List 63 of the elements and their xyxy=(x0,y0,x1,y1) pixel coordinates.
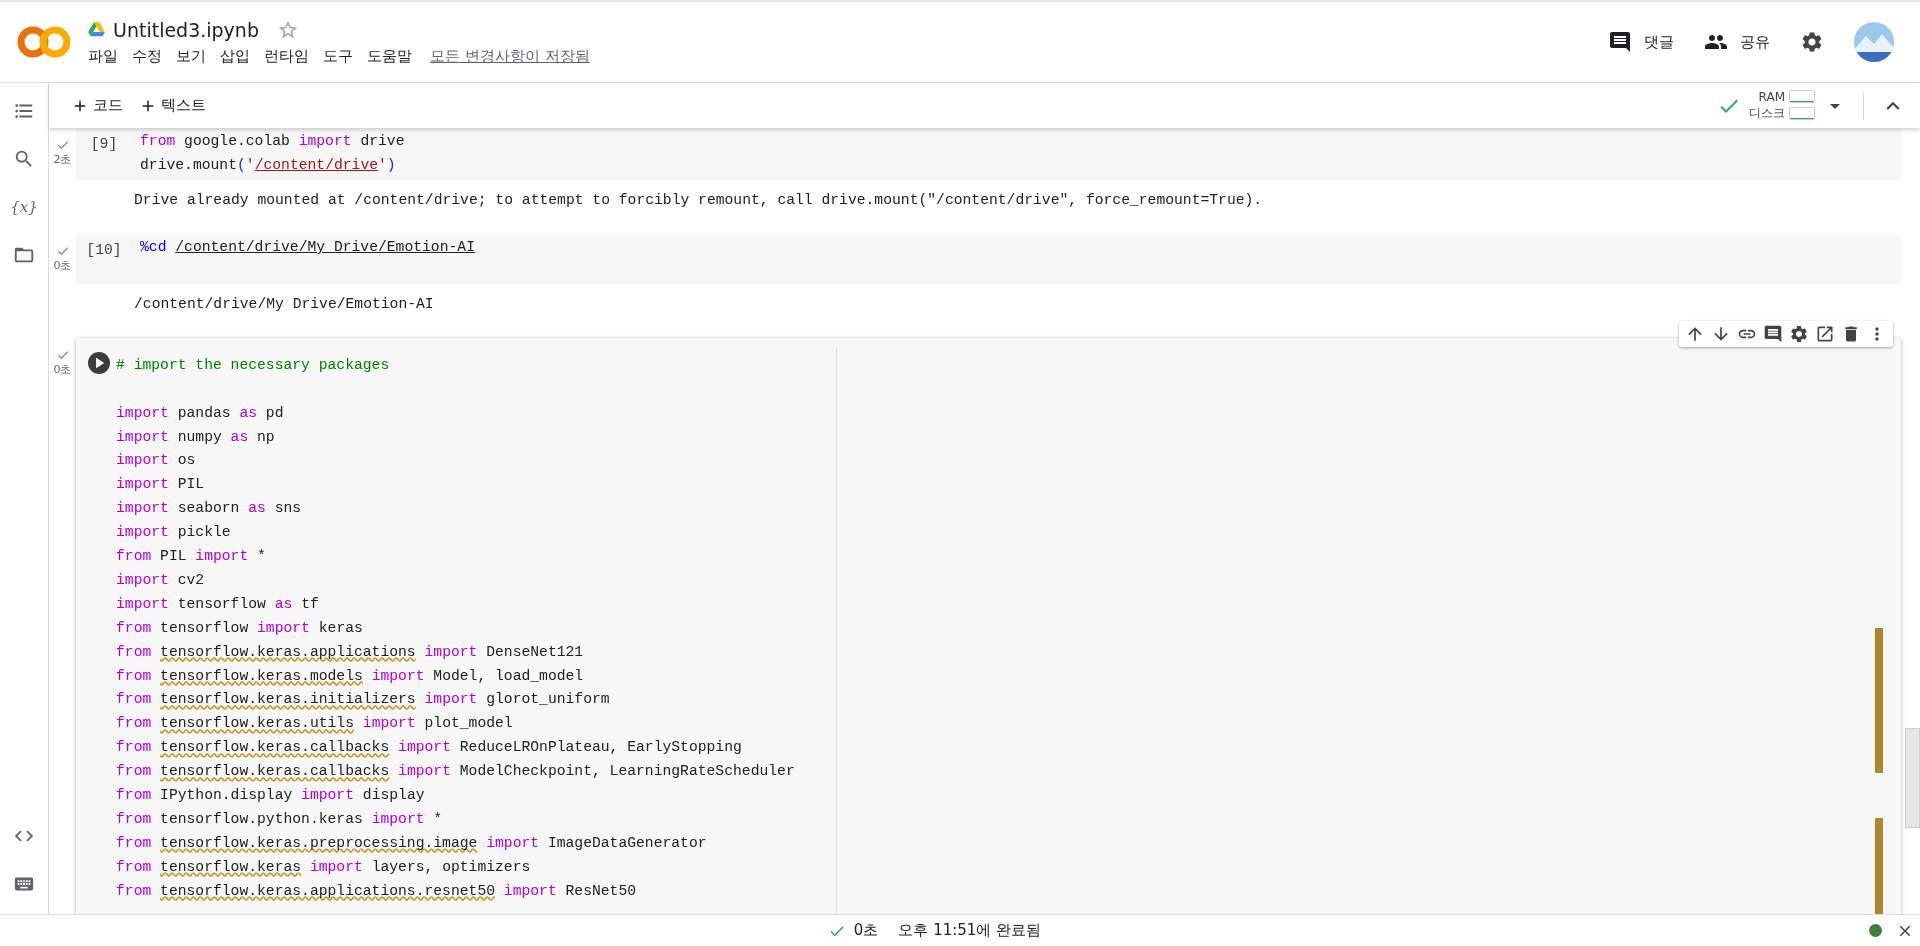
settings-icon[interactable] xyxy=(1800,30,1824,54)
code-line: from tensorflow.keras.preprocessing.image import ImageDataGenerator xyxy=(116,833,708,853)
comment-button[interactable]: 댓글 xyxy=(1608,30,1674,54)
share-button[interactable]: 공유 xyxy=(1704,30,1770,54)
status-duration: 0초 xyxy=(853,921,879,940)
code-line: import numpy as np xyxy=(116,427,276,447)
code-line: from tensorflow.keras.utils import plot_model xyxy=(116,714,514,734)
resource-monitor[interactable]: RAM 디스크 xyxy=(1749,89,1815,122)
code-line: import cv2 xyxy=(116,570,206,590)
menu-item[interactable]: 삽입 xyxy=(220,46,250,66)
add-text-button[interactable]: 텍스트 xyxy=(131,96,214,115)
logo-icon[interactable] xyxy=(16,24,72,60)
menu-item[interactable]: 보기 xyxy=(176,46,206,66)
code-line: from tensorflow.keras.callbacks import ReduceLROnPlateau, EarlyStopping xyxy=(116,738,743,758)
code-line: from tensorflow.keras import layers, optimizers xyxy=(116,857,532,877)
comment-icon[interactable] xyxy=(1763,323,1783,344)
code-line: from tensorflow.keras.callbacks import ModelCheckpoint, LearningRateScheduler xyxy=(116,762,796,782)
code-line: import pandas as pd xyxy=(116,403,285,423)
code-line: import os xyxy=(116,451,197,471)
check-icon xyxy=(55,138,70,152)
comment-icon xyxy=(1608,30,1632,54)
code-line: %cd /content/drive/My Drive/Emotion-AI xyxy=(140,237,475,257)
status-message: 오후 11:51에 완료됨 xyxy=(898,921,1042,940)
code-line: from tensorflow.keras.applications.resnet50 import ResNet50 xyxy=(116,881,638,901)
code-line: drive.mount('/content/drive') xyxy=(140,155,397,175)
save-status[interactable]: 모든 변경사항이 저장됨 xyxy=(430,46,590,66)
code-line: import PIL xyxy=(116,475,206,495)
notebook-title[interactable]: Untitled3.ipynb xyxy=(113,18,259,41)
status-dot xyxy=(1869,924,1882,937)
avatar[interactable] xyxy=(1854,22,1894,62)
code-line: from tensorflow import keras xyxy=(116,618,364,638)
menu-item[interactable]: 도움말 xyxy=(367,46,412,66)
code-cell[interactable]: [10] %cd /content/drive/My Drive/Emotion-AI xyxy=(76,233,1901,284)
code-line: from tensorflow.keras.models import Model, load_model xyxy=(116,666,585,686)
code-cell[interactable] xyxy=(76,337,1901,914)
cell-duration: 0초 xyxy=(53,257,72,273)
code-line: # import the necessary packages xyxy=(116,355,391,375)
code-line: import pickle xyxy=(116,523,232,543)
cell-output: Drive already mounted at /content/drive; to attempt to forcibly remount, call drive.mount("/content/drive", force_remount=True). xyxy=(133,190,1264,210)
code-line: from tensorflow.keras.applications import DenseNet121 xyxy=(116,642,585,662)
menu-item[interactable]: 파일 xyxy=(88,46,118,66)
code-line: import tensorflow as tf xyxy=(116,594,320,614)
code-line: from PIL import * xyxy=(116,547,267,567)
menu-item[interactable]: 런타임 xyxy=(264,46,309,66)
code-cell[interactable]: [9] from google.colab import drive drive.mount('/content/drive') xyxy=(76,128,1901,180)
run-button[interactable] xyxy=(88,351,110,374)
scrollbar[interactable] xyxy=(1905,728,1920,828)
code-line: from tensorflow.python.keras import * xyxy=(116,810,444,829)
cell-output: /content/drive/My Drive/Emotion-AI xyxy=(133,294,435,314)
execution-count: [9] xyxy=(89,135,119,154)
execution-count: [10] xyxy=(85,240,123,260)
code-line: from tensorflow.keras.initializers import glorot_uniform xyxy=(116,690,611,710)
settings-icon[interactable] xyxy=(1789,323,1809,344)
drive-icon xyxy=(88,22,105,37)
variables-button[interactable]: {x} xyxy=(4,183,44,231)
code-line: import seaborn as sns xyxy=(116,499,303,519)
menu-item[interactable]: 수정 xyxy=(132,46,162,66)
menu-item[interactable]: 도구 xyxy=(323,46,353,66)
code-line: from IPython.display import display xyxy=(116,786,426,806)
add-code-button[interactable]: 코드 xyxy=(63,96,131,115)
code-line: from google.colab import drive xyxy=(140,132,405,151)
cell-duration: 0초 xyxy=(53,361,72,377)
cell-duration: 2초 xyxy=(53,152,72,167)
